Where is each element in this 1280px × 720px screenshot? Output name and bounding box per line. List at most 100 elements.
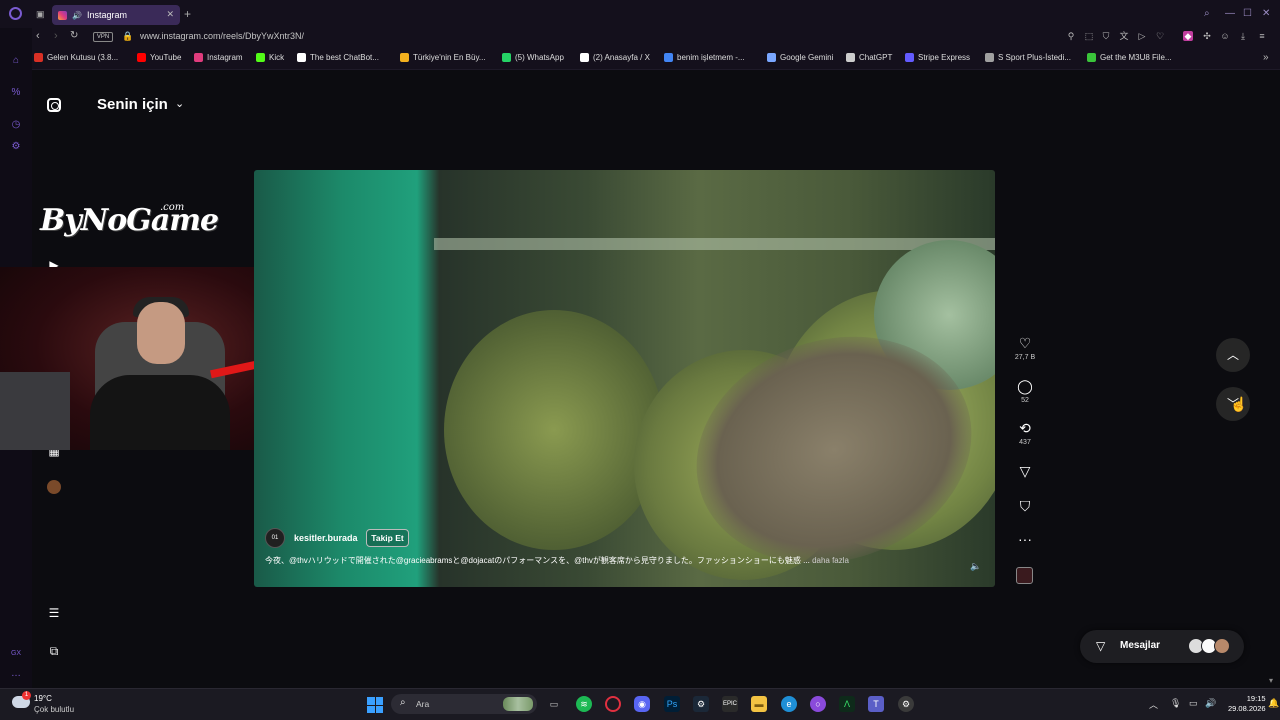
bookmark-item[interactable]: (5) WhatsApp [502, 53, 564, 62]
profile-avatar[interactable] [47, 480, 61, 494]
more-options-button[interactable]: ··· [1010, 531, 1040, 547]
back-button[interactable]: ‹ [36, 30, 40, 42]
steam-icon[interactable]: ⚙ [693, 696, 709, 712]
reel-video[interactable] [254, 170, 995, 587]
microphone-icon[interactable]: 🎙 [1170, 698, 1181, 709]
start-button[interactable] [367, 697, 383, 713]
speaker-icon[interactable]: 🔊 [72, 11, 82, 20]
close-window-button[interactable]: ✕ [1262, 8, 1270, 19]
search-tabs-icon[interactable]: ⌕ [1204, 8, 1210, 19]
bookmark-item[interactable]: YouTube [137, 53, 181, 62]
messages-button[interactable]: ▽ Mesajlar [1080, 630, 1244, 663]
menu-icon[interactable]: ≡ [1257, 31, 1267, 41]
bookmark-item[interactable]: benim işletmem -... [664, 53, 745, 62]
snapshot-icon[interactable]: ⬚ [1084, 31, 1094, 41]
bookmark-item[interactable]: The best ChatBot... [297, 53, 379, 62]
send-icon: ▽ [1019, 463, 1031, 479]
maximize-button[interactable]: ☐ [1243, 8, 1252, 19]
new-tab-button[interactable]: + [184, 7, 191, 21]
apps-icon[interactable]: ⧉ [47, 644, 61, 658]
sidebar-more-icon[interactable]: … [10, 668, 22, 680]
discord-icon[interactable]: ◉ [634, 696, 650, 712]
profile-icon[interactable]: ☺ [1220, 31, 1230, 41]
extension-icon[interactable]: ◆ [1183, 31, 1193, 41]
bookmark-favicon-icon [580, 53, 589, 62]
download-icon[interactable]: ⤓ [1238, 31, 1248, 41]
like-button[interactable]: ♡ 27,7 B [1010, 335, 1040, 361]
translate-icon[interactable]: 文 [1119, 31, 1129, 41]
bookmark-item[interactable]: Google Gemini [767, 53, 833, 62]
minimize-button[interactable]: — [1225, 8, 1235, 19]
app-circle-icon[interactable]: ○ [810, 696, 826, 712]
more-bookmarks-icon[interactable]: » [1263, 52, 1269, 63]
bookmark-item[interactable]: Stripe Express [905, 53, 970, 62]
opera-gx-logo-icon[interactable] [9, 7, 22, 20]
clock-time: 19:15 [1246, 694, 1266, 703]
pin-icon[interactable]: ⚲ [1066, 31, 1076, 41]
comment-button[interactable]: ◯ 52 [1010, 378, 1040, 404]
photoshop-icon[interactable]: Ps [664, 696, 680, 712]
spotify-icon[interactable]: ≋ [576, 696, 592, 712]
sidebar-settings-icon[interactable]: ⚙ [10, 141, 22, 153]
previous-reel-button[interactable]: ︿ [1216, 338, 1250, 372]
bookmark-item[interactable]: (2) Anasayfa / X [580, 53, 650, 62]
epic-games-icon[interactable]: EPIC [722, 696, 738, 712]
reload-button[interactable]: ↻ [70, 30, 78, 41]
bookmark-item[interactable]: Instagram [194, 53, 243, 62]
heart-icon[interactable]: ♡ [1155, 31, 1165, 41]
puzzle-icon[interactable]: ✣ [1202, 31, 1212, 41]
bookmark-label: Instagram [207, 53, 243, 62]
forward-button[interactable]: › [54, 30, 58, 42]
url-field[interactable]: www.instagram.com/reels/DbyYwXntr3N/ [140, 31, 304, 41]
chevron-down-icon[interactable]: ⌄ [175, 97, 184, 110]
bookmark-item[interactable]: Get the M3U8 File... [1087, 53, 1172, 62]
lock-icon[interactable]: 🔒 [122, 31, 133, 42]
terminal-icon[interactable]: Λ [839, 696, 855, 712]
volume-icon[interactable]: 🔊 [1205, 698, 1216, 709]
feed-title[interactable]: Senin için [97, 96, 168, 113]
close-tab-icon[interactable]: ✕ [166, 9, 174, 20]
sidebar-percent-icon[interactable]: % [10, 87, 22, 99]
save-button[interactable]: ⛉ [1010, 498, 1040, 515]
author-avatar[interactable]: 01 [265, 528, 285, 548]
bookmark-item[interactable]: Gelen Kutusu (3.8... [34, 53, 118, 62]
display-icon[interactable]: ▭ [1189, 698, 1198, 709]
vpn-badge[interactable]: VPN [93, 32, 113, 42]
tab-instagram[interactable]: 🔊 Instagram ✕ [52, 5, 180, 25]
bookmark-item[interactable]: Kick [256, 53, 284, 62]
bookmark-label: Google Gemini [780, 53, 834, 62]
instagram-logo-icon[interactable] [47, 98, 61, 112]
teams-icon[interactable]: T [868, 696, 884, 712]
system-clock[interactable]: 19:15 29.08.2026 [1228, 694, 1266, 714]
more-menu-icon[interactable]: ☰ [47, 606, 61, 620]
bookmark-item[interactable]: ChatGPT [846, 53, 892, 62]
shield-icon[interactable]: ⛉ [1101, 31, 1111, 41]
tab-manager-icon[interactable]: ▣ [36, 9, 45, 20]
sidebar-gx-icon[interactable]: GX [10, 648, 22, 660]
sidebar-history-icon[interactable]: ◷ [10, 119, 22, 131]
more-link[interactable]: daha fazla [812, 556, 849, 565]
share-button[interactable]: ▽ [1010, 463, 1040, 480]
play-icon[interactable]: ▷ [1137, 31, 1147, 41]
volume-icon[interactable]: 🔈 [970, 561, 981, 572]
task-view-icon[interactable]: ▭ [546, 696, 562, 712]
scroll-down-icon[interactable]: ▾ [1269, 676, 1273, 685]
repost-button[interactable]: ⟲ 437 [1010, 420, 1040, 446]
file-explorer-icon[interactable]: ▬ [751, 696, 767, 712]
post-caption[interactable]: 今夜、@thvハリウッドで開催された@gracieabramsと@dojacat… [265, 555, 945, 566]
notifications-icon[interactable]: 🔔 [1268, 698, 1279, 709]
sidebar-home-icon[interactable]: ⌂ [10, 55, 22, 67]
bookmark-favicon-icon [767, 53, 776, 62]
edge-icon[interactable]: e [781, 696, 797, 712]
temperature[interactable]: 19°C [34, 694, 52, 703]
bookmark-item[interactable]: Türkiye'nin En Büy... [400, 53, 486, 62]
opera-gx-icon[interactable] [605, 696, 621, 712]
taskbar-search[interactable]: ⌕ Ara [391, 694, 537, 714]
bookmark-item[interactable]: S Sport Plus-İstedi... [985, 53, 1071, 62]
app-gear-icon[interactable]: ⚙ [898, 696, 914, 712]
author-name[interactable]: kesitler.burada [294, 533, 358, 543]
follow-button[interactable]: Takip Et [366, 529, 409, 547]
weather-description[interactable]: Çok bulutlu [34, 705, 74, 714]
tray-overflow-icon[interactable]: ︿ [1149, 698, 1158, 711]
audio-thumbnail[interactable] [1016, 567, 1033, 584]
